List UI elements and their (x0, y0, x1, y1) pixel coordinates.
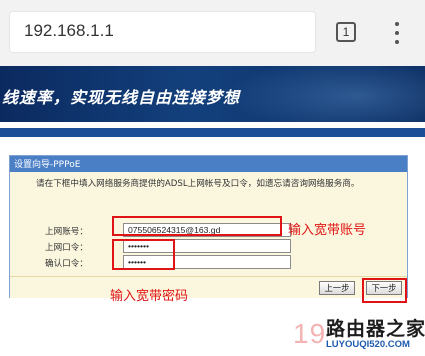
watermark-brand-cn: 路由器之家 (326, 318, 425, 340)
vertical-ellipsis-icon[interactable] (390, 20, 404, 46)
watermark-logo: 路由器之家 LUYOUQI520.COM (324, 314, 425, 354)
router-banner: 线速率，实现无线自由连接梦想 (0, 66, 425, 122)
browser-toolbar: 192.168.1.1 1 (0, 0, 425, 66)
panel-header: 设置向导-PPPoE (10, 156, 407, 172)
tab-switcher-button[interactable]: 1 (336, 22, 356, 42)
password-note: 输入宽带密码 (110, 289, 189, 304)
banner-subbar (0, 128, 425, 137)
password-label: 上网口令： (45, 243, 88, 253)
password-highlight-box (112, 239, 175, 270)
account-highlight-box (112, 216, 282, 236)
banner-slogan: 线速率，实现无线自由连接梦想 (2, 88, 241, 107)
next-step-highlight-box (362, 278, 407, 303)
account-label: 上网账号： (45, 227, 88, 237)
banner-glow (225, 66, 425, 122)
confirm-password-label: 确认口令： (45, 259, 88, 269)
content-spacer (0, 137, 425, 154)
prev-step-button[interactable]: 上一步 (319, 281, 355, 295)
panel-footer: 上一步 下一步 (10, 276, 407, 298)
watermark-brand-url: LUYOUQI520.COM (326, 339, 410, 350)
address-url[interactable]: 192.168.1.1 (24, 21, 114, 41)
panel-title: 设置向导-PPPoE (14, 160, 81, 170)
account-note: 输入宽带账号 (288, 223, 367, 238)
address-bar[interactable]: 192.168.1.1 (10, 12, 315, 52)
wizard-description: 请在下框中填入网络服务商提供的ADSL上网帐号及口令，如遗忘请咨询网络服务商。 (36, 179, 360, 189)
